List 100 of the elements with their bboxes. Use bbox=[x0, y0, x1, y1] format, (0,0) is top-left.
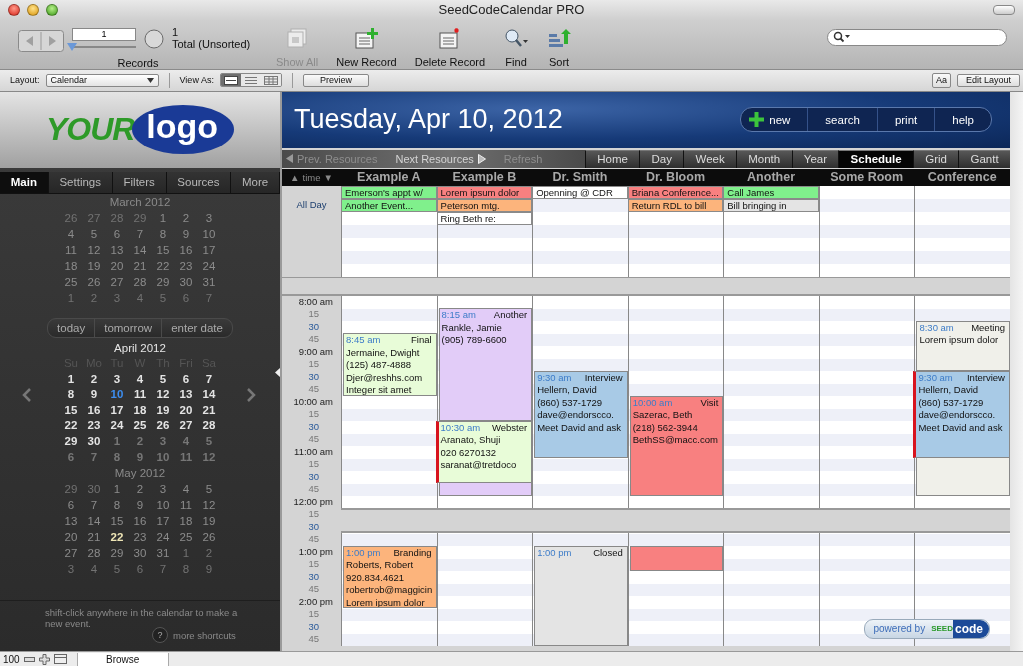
calendar-day[interactable]: 23 bbox=[82, 418, 106, 434]
schedule-column[interactable]: 10:00 am Visit Sazerac, Beth (218) 562-3944 BethSS@macc.com bbox=[627, 295, 724, 646]
calendar-day[interactable]: 3 bbox=[197, 209, 221, 226]
quick-date-button[interactable]: today bbox=[48, 318, 95, 337]
calendar-day[interactable]: 17 bbox=[151, 513, 175, 530]
calendar-day[interactable]: 1 bbox=[59, 289, 83, 306]
calendar-day[interactable]: 2 bbox=[128, 481, 152, 498]
calendar-day[interactable]: 18 bbox=[59, 257, 83, 274]
view-tab[interactable]: Gantt bbox=[958, 149, 1010, 168]
calendar-action-button[interactable]: help bbox=[934, 108, 991, 132]
calendar-day[interactable]: 5 bbox=[197, 433, 221, 450]
resource-nav-button[interactable]: Next Resources bbox=[395, 152, 486, 165]
calendar-day[interactable]: 8 bbox=[174, 561, 198, 578]
edit-layout-button[interactable]: Edit Layout bbox=[957, 73, 1020, 87]
view-tab[interactable]: Day bbox=[639, 149, 684, 168]
calendar-day[interactable]: 9 bbox=[174, 225, 198, 242]
calendar-day[interactable]: 28 bbox=[82, 545, 106, 562]
calendar-day[interactable]: 29 bbox=[59, 433, 83, 450]
calendar-day[interactable]: 7 bbox=[128, 225, 152, 242]
minimize-button[interactable] bbox=[27, 4, 39, 16]
calendar-day[interactable]: 12 bbox=[82, 241, 106, 258]
calendar-day[interactable]: 11 bbox=[174, 497, 198, 514]
event-card[interactable]: 1:00 pm Branding Roberts, Robert 920.834.4621 robertrob@maggicin Lorem ipsum dolor bbox=[343, 545, 437, 609]
calendar-day[interactable]: 25 bbox=[59, 273, 83, 290]
calendar-day[interactable]: 27 bbox=[82, 209, 106, 226]
calendar-day[interactable]: 27 bbox=[174, 418, 198, 434]
view-tab[interactable]: Home bbox=[585, 149, 640, 168]
calendar-day[interactable]: 18 bbox=[174, 513, 198, 530]
calendar-day[interactable]: 30 bbox=[82, 433, 106, 450]
calendar-day[interactable]: 30 bbox=[174, 273, 198, 290]
calendar-day[interactable]: 29 bbox=[128, 209, 152, 226]
calendar-day[interactable]: 17 bbox=[197, 241, 221, 258]
delete-record-button[interactable]: Delete Record bbox=[414, 25, 486, 68]
toolbar-toggle-button[interactable] bbox=[993, 5, 1015, 15]
sidebar-tab[interactable]: Main bbox=[0, 171, 49, 193]
calendar-day[interactable]: 1 bbox=[174, 545, 198, 562]
calendar-day[interactable]: 26 bbox=[197, 529, 221, 546]
calendar-day[interactable]: 25 bbox=[128, 418, 152, 434]
calendar-day[interactable]: 6 bbox=[174, 371, 198, 388]
calendar-day[interactable]: 28 bbox=[105, 209, 129, 226]
form-view-button[interactable] bbox=[220, 74, 241, 87]
event-card[interactable]: 1:00 pm Closed bbox=[534, 545, 628, 646]
sidebar-tab[interactable]: Filters bbox=[112, 171, 167, 193]
calendar-day[interactable]: 1 bbox=[59, 371, 83, 388]
calendar-day[interactable]: 14 bbox=[128, 241, 152, 258]
zoom-out-icon[interactable] bbox=[23, 655, 35, 663]
calendar-day[interactable]: 3 bbox=[105, 289, 129, 306]
sidebar-tab[interactable]: More bbox=[231, 171, 280, 193]
calendar-day[interactable]: 13 bbox=[105, 241, 129, 258]
calendar-day[interactable]: 3 bbox=[151, 481, 175, 498]
calendar-day[interactable]: 12 bbox=[197, 449, 221, 466]
calendar-day[interactable]: 6 bbox=[105, 225, 129, 242]
calendar-day[interactable]: 11 bbox=[174, 449, 198, 466]
calendar-day[interactable]: 21 bbox=[82, 529, 106, 546]
calendar-day[interactable]: 6 bbox=[59, 449, 83, 466]
calendar-day[interactable]: 8 bbox=[59, 387, 83, 403]
view-tab[interactable]: Grid bbox=[913, 149, 959, 168]
event-card[interactable]: 9:30 am Interview Hellern, David (860) 537-1729 dave@endorscco. Meet David and ask bbox=[534, 370, 628, 459]
schedule-column[interactable]: 9:30 am Interview Hellern, David (860) 537-1729 dave@endorscco. Meet David and ask 1:00 pm Closed bbox=[532, 295, 628, 646]
calendar-day[interactable]: 2 bbox=[174, 209, 198, 226]
next-month-icon[interactable] bbox=[247, 387, 256, 402]
view-tab[interactable]: Week bbox=[683, 149, 736, 168]
schedule-column[interactable]: 8:15 am Another Rankle, Jamie (905) 789-6600 10:30 am Webster Aranato, Shuji 020 6270132 saranat@tretdoco bbox=[436, 295, 533, 646]
calendar-day[interactable]: 27 bbox=[105, 273, 129, 290]
calendar-day[interactable]: 12 bbox=[151, 387, 175, 403]
quick-date-button[interactable]: tomorrow bbox=[94, 318, 162, 337]
calendar-day[interactable]: 8 bbox=[105, 497, 129, 514]
calendar-day[interactable]: 5 bbox=[105, 561, 129, 578]
calendar-day[interactable]: 26 bbox=[151, 418, 175, 434]
calendar-day[interactable]: 4 bbox=[128, 289, 152, 306]
help-button[interactable]: ? bbox=[152, 627, 168, 644]
calendar-day[interactable]: 17 bbox=[105, 402, 129, 419]
layout-dropdown[interactable]: Calendar bbox=[45, 73, 159, 87]
record-number-field[interactable]: 1 bbox=[72, 27, 136, 41]
calendar-action-button[interactable]: search bbox=[807, 108, 877, 132]
list-view-button[interactable] bbox=[240, 74, 261, 87]
calendar-day[interactable]: 24 bbox=[151, 529, 175, 546]
calendar-day[interactable]: 14 bbox=[197, 387, 221, 403]
calendar-day[interactable]: 10 bbox=[197, 225, 221, 242]
view-tab[interactable]: Month bbox=[736, 149, 792, 168]
calendar-day[interactable]: 7 bbox=[197, 371, 221, 388]
calendar-day[interactable]: 15 bbox=[151, 241, 175, 258]
calendar-day[interactable]: 5 bbox=[151, 371, 175, 388]
calendar-day[interactable]: 11 bbox=[59, 241, 83, 258]
calendar-day[interactable]: 9 bbox=[197, 561, 221, 578]
calendar-day[interactable]: 29 bbox=[105, 545, 129, 562]
calendar-day[interactable]: 25 bbox=[174, 529, 198, 546]
schedule-column[interactable] bbox=[818, 295, 915, 646]
calendar-day[interactable]: 20 bbox=[59, 529, 83, 546]
status-toggle-icon[interactable] bbox=[53, 654, 67, 664]
calendar-day[interactable]: 2 bbox=[197, 545, 221, 562]
calendar-day[interactable]: 4 bbox=[82, 561, 106, 578]
calendar-day[interactable]: 30 bbox=[128, 545, 152, 562]
calendar-day[interactable]: 7 bbox=[82, 449, 106, 466]
all-day-column[interactable]: Lorem ipsum dolor Peterson mtg. Ring Beth re: bbox=[436, 185, 533, 277]
calendar-day[interactable]: 8 bbox=[151, 225, 175, 242]
all-day-column[interactable]: Briana Conference... Return RDL to bill bbox=[627, 185, 724, 277]
text-format-button[interactable]: Aa bbox=[932, 72, 951, 88]
all-day-column[interactable]: Openning @ CDR bbox=[532, 185, 628, 277]
view-mode-switch[interactable] bbox=[219, 73, 282, 88]
